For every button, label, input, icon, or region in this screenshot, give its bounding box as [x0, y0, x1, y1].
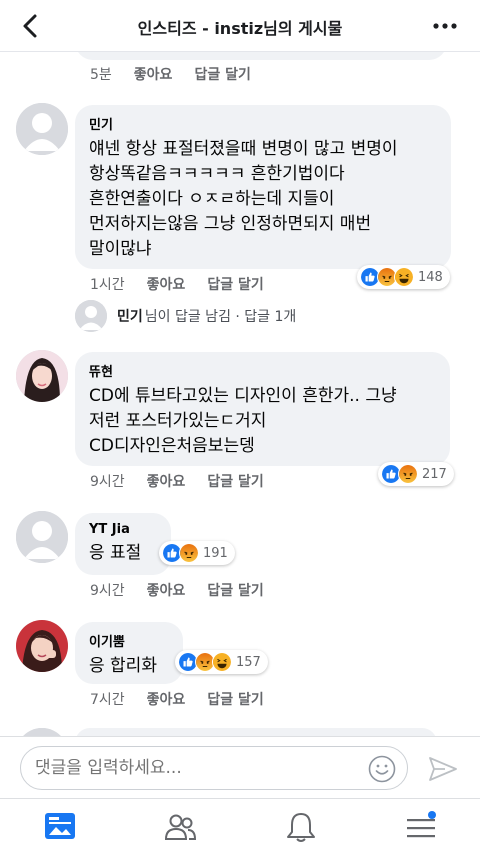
reply-link[interactable]: 답글 달기: [207, 274, 263, 294]
comment-bubble[interactable]: 이기뿜 응 합리화: [75, 622, 183, 684]
comment-input[interactable]: [20, 746, 408, 790]
comment-composer: [0, 736, 480, 798]
previous-comment-actions: 5분 좋아요 답글 달기: [90, 64, 273, 84]
comment-author[interactable]: 이기뿜: [89, 631, 169, 650]
comment-author[interactable]: 뜌현: [89, 361, 436, 380]
avatar[interactable]: [16, 350, 68, 402]
comment-time: 1시간: [90, 277, 125, 293]
comment-author[interactable]: 민기: [89, 114, 437, 133]
like-link[interactable]: 좋아요: [147, 471, 186, 491]
avatar[interactable]: [16, 620, 68, 672]
comment-author[interactable]: YT Jia: [89, 522, 157, 537]
reaction-summary[interactable]: 157: [175, 650, 268, 674]
news-feed-icon[interactable]: [43, 811, 77, 843]
comment-bubble[interactable]: YT Jia 응 표절: [75, 513, 171, 575]
comment-time: 9시간: [90, 583, 125, 599]
reply-link[interactable]: 답글 달기: [207, 471, 263, 491]
comment-actions: 9시간 좋아요 답글 달기: [90, 580, 286, 600]
comment-text: 응 합리화: [89, 656, 157, 676]
comment-time: 9시간: [90, 474, 125, 490]
page-title: 인스티즈 - instiz님의 게시물: [137, 19, 343, 38]
comment-time: 5분: [90, 67, 112, 83]
reaction-summary[interactable]: 217: [378, 462, 454, 486]
comment-text: CD에 튜브타고있는 디자인이 흔한가.. 그냥 저런 포스터가있는ㄷ거지 CD…: [89, 386, 397, 456]
angry-icon: [398, 464, 418, 484]
haha-icon: [394, 267, 414, 287]
comment-bubble[interactable]: 민기 얘넨 항상 표절터졌을때 변명이 많고 변명이 항상똑같음ㅋㅋㅋㅋㅋ 흔한…: [75, 105, 451, 269]
avatar[interactable]: [16, 103, 68, 155]
reaction-summary[interactable]: 191: [159, 541, 235, 565]
top-bar: 인스티즈 - instiz님의 게시물: [0, 0, 480, 52]
reaction-count: 157: [236, 654, 261, 670]
comment-actions: 7시간 좋아요 답글 달기: [90, 689, 286, 709]
reply-link[interactable]: 답글 달기: [207, 689, 263, 709]
like-link[interactable]: 좋아요: [134, 64, 173, 84]
angry-icon: [179, 543, 199, 563]
notifications-icon[interactable]: [284, 811, 318, 843]
like-link[interactable]: 좋아요: [147, 274, 186, 294]
reply-summary-text: 님이 답글 남김 · 답글 1개: [144, 309, 297, 325]
reply-link[interactable]: 답글 달기: [194, 64, 250, 84]
comment-actions: 1시간 좋아요 답글 달기: [90, 274, 286, 294]
reply-author: 민기: [117, 309, 143, 325]
comment-time: 7시간: [90, 692, 125, 708]
reaction-count: 148: [418, 269, 443, 285]
menu-icon[interactable]: [404, 811, 438, 843]
friends-icon[interactable]: [163, 811, 197, 843]
avatar[interactable]: [16, 511, 68, 563]
avatar: [75, 300, 107, 332]
send-icon[interactable]: [428, 755, 458, 783]
comment-actions: 9시간 좋아요 답글 달기: [90, 471, 286, 491]
comment-bubble[interactable]: 뜌현 CD에 튜브타고있는 디자인이 흔한가.. 그냥 저런 포스터가있는ㄷ거지…: [75, 352, 450, 466]
like-link[interactable]: 좋아요: [147, 580, 186, 600]
reply-link[interactable]: 답글 달기: [207, 580, 263, 600]
bottom-navigation: [0, 798, 480, 854]
emoji-icon[interactable]: [368, 755, 396, 783]
like-link[interactable]: 좋아요: [147, 689, 186, 709]
more-options-icon[interactable]: [432, 13, 458, 39]
reaction-count: 191: [203, 545, 228, 561]
comment-text: 얘넨 항상 표절터졌을때 변명이 많고 변명이 항상똑같음ㅋㅋㅋㅋㅋ 흔한기법이…: [89, 139, 398, 259]
comment-text: 응 표절: [89, 543, 142, 563]
reaction-summary[interactable]: 148: [357, 265, 450, 289]
reply-summary[interactable]: 민기 님이 답글 남김 · 답글 1개: [75, 300, 296, 332]
reaction-count: 217: [422, 466, 447, 482]
haha-icon: [212, 652, 232, 672]
back-arrow-icon[interactable]: [18, 13, 44, 39]
